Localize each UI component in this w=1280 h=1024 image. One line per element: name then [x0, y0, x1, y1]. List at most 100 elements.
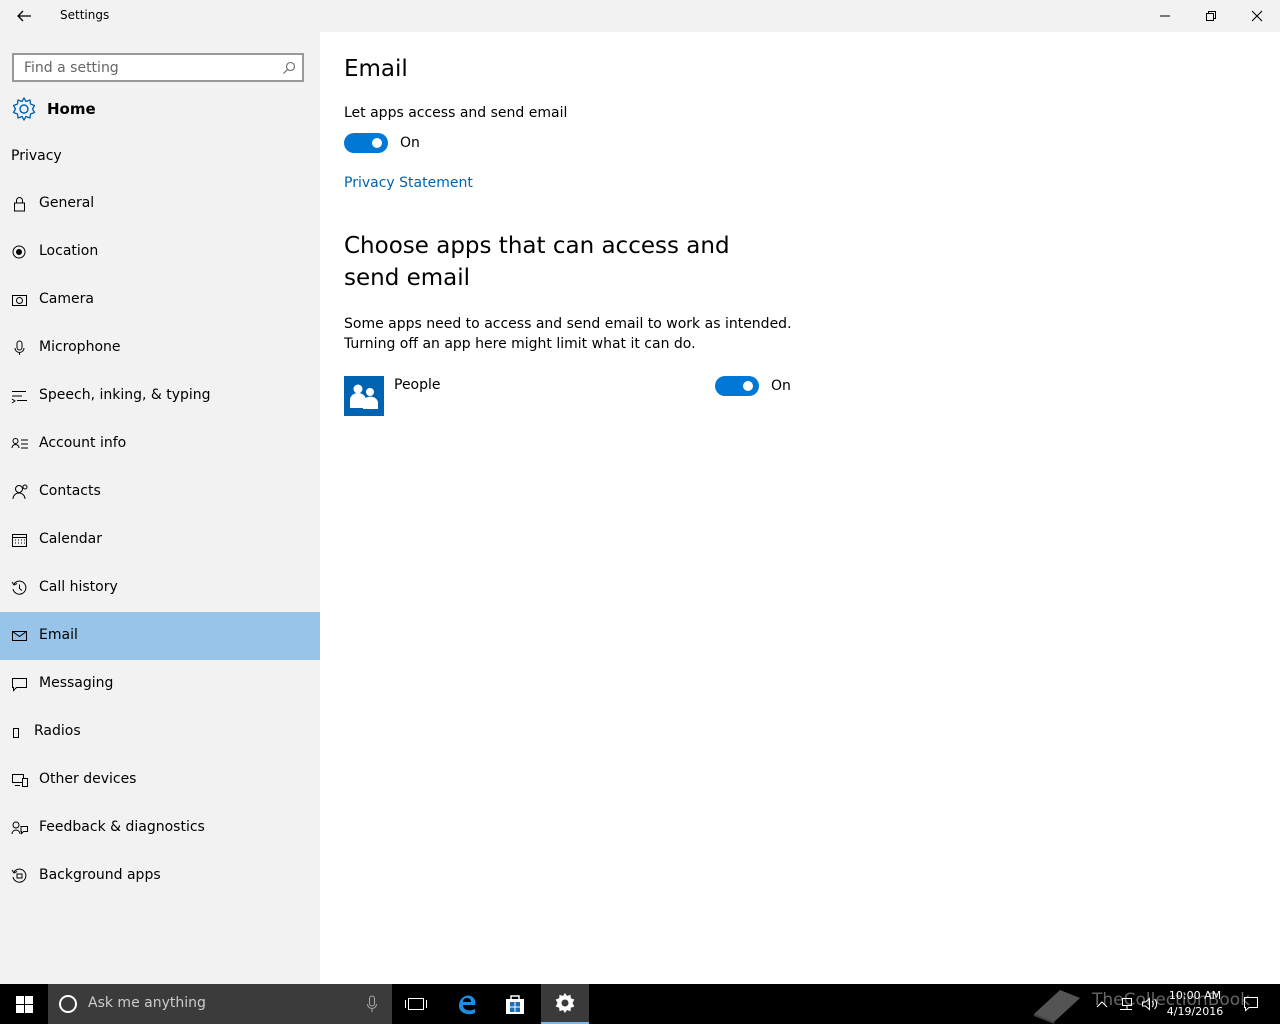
- sidebar: Find a setting Home Privacy General Loca…: [0, 32, 320, 984]
- title-bar: Settings: [0, 0, 1280, 32]
- gear-icon: [12, 97, 36, 121]
- search-icon[interactable]: [282, 61, 296, 75]
- home-label: Home: [47, 100, 96, 118]
- sidebar-item-location[interactable]: Location: [0, 228, 320, 276]
- microphone-icon[interactable]: [366, 995, 378, 1013]
- main-content: Email Let apps access and send email On …: [320, 32, 1280, 984]
- clock-date: 4/19/2016: [1166, 1005, 1224, 1018]
- sidebar-item-call-history[interactable]: Call history: [0, 564, 320, 612]
- sidebar-item-label: Call history: [39, 579, 118, 595]
- sidebar-item-label: General: [39, 195, 95, 211]
- apps-description-line2: Turning off an app here might limit what…: [344, 336, 696, 352]
- back-arrow-icon: [17, 10, 31, 22]
- apps-heading: Choose apps that can access and send ema…: [344, 233, 730, 291]
- people-toggle[interactable]: [715, 376, 759, 396]
- calendar-icon: [12, 534, 27, 547]
- section-label-privacy: Privacy: [11, 148, 62, 164]
- people-toggle-state: On: [771, 378, 791, 394]
- sidebar-item-label: Messaging: [39, 675, 114, 691]
- access-label: Let apps access and send email: [344, 105, 568, 121]
- apps-description-line1: Some apps need to access and send email …: [344, 316, 792, 332]
- contacts-icon: [12, 484, 28, 500]
- toggle-knob: [743, 381, 753, 391]
- cortana-search-box[interactable]: Ask me anything: [48, 984, 392, 1024]
- page-title: Email: [344, 56, 408, 82]
- cortana-placeholder: Ask me anything: [88, 995, 206, 1011]
- edge-button[interactable]: [443, 984, 491, 1024]
- microphone-icon: [14, 340, 25, 355]
- close-button[interactable]: [1234, 0, 1280, 32]
- sidebar-item-radios[interactable]: Radios: [0, 708, 320, 756]
- volume-button[interactable]: [1140, 984, 1160, 1024]
- sidebar-item-label: Speech, inking, & typing: [39, 387, 211, 403]
- action-center-icon: [1244, 997, 1258, 1012]
- edge-icon: [459, 995, 476, 1015]
- settings-taskbar-button[interactable]: [541, 984, 589, 1024]
- location-icon: [12, 245, 26, 259]
- sidebar-item-microphone[interactable]: Microphone: [0, 324, 320, 372]
- sidebar-item-calendar[interactable]: Calendar: [0, 516, 320, 564]
- apps-description: Some apps need to access and send email …: [344, 314, 804, 354]
- sidebar-item-label: Location: [39, 243, 99, 259]
- close-icon: [1251, 10, 1263, 22]
- privacy-statement-link[interactable]: Privacy Statement: [344, 175, 473, 191]
- sidebar-item-label: Email: [39, 627, 78, 643]
- show-hidden-icons-button[interactable]: [1094, 984, 1110, 1024]
- clock-time: 10:00 AM: [1168, 989, 1222, 1002]
- restore-button[interactable]: [1188, 0, 1234, 32]
- sidebar-item-label: Contacts: [39, 483, 101, 499]
- messaging-icon: [12, 678, 27, 692]
- sidebar-item-contacts[interactable]: Contacts: [0, 468, 320, 516]
- find-setting-input[interactable]: Find a setting: [12, 53, 304, 82]
- sidebar-item-label: Feedback & diagnostics: [39, 819, 205, 835]
- gear-icon: [555, 993, 575, 1013]
- email-access-toggle[interactable]: [344, 133, 388, 153]
- email-access-toggle-state: On: [400, 135, 420, 151]
- sidebar-item-messaging[interactable]: Messaging: [0, 660, 320, 708]
- sidebar-item-label: Account info: [39, 435, 127, 451]
- sidebar-item-label: Other devices: [39, 771, 137, 787]
- sidebar-item-general[interactable]: General: [0, 180, 320, 228]
- minimize-icon: [1160, 15, 1170, 17]
- other-devices-icon: [12, 774, 28, 787]
- feedback-icon: [11, 821, 28, 835]
- task-view-icon: [405, 998, 427, 1010]
- sidebar-item-speech[interactable]: Speech, inking, & typing: [0, 372, 320, 420]
- taskbar-clock[interactable]: 10:00 AM 4/19/2016: [1160, 988, 1230, 1020]
- windows-logo-icon: [15, 995, 33, 1013]
- taskbar: Ask me anything TheCollectionBook 10:00 …: [0, 984, 1280, 1024]
- chevron-up-icon: [1096, 1001, 1108, 1008]
- book-icon: [1034, 990, 1080, 1024]
- people-app-tile: [344, 376, 384, 416]
- mail-icon: [12, 631, 27, 641]
- network-icon: [1120, 998, 1132, 1010]
- sidebar-item-background-apps[interactable]: Background apps: [0, 852, 320, 900]
- sidebar-item-camera[interactable]: Camera: [0, 276, 320, 324]
- restore-icon: [1206, 11, 1216, 21]
- sidebar-item-label: Background apps: [39, 867, 161, 883]
- sidebar-item-email[interactable]: Email: [0, 612, 320, 660]
- speech-icon: [11, 391, 27, 404]
- back-button[interactable]: [12, 6, 36, 26]
- account-info-icon: [11, 438, 28, 449]
- sidebar-item-label: Radios: [34, 723, 81, 739]
- app-name-people: People: [394, 377, 441, 393]
- sidebar-item-other-devices[interactable]: Other devices: [0, 756, 320, 804]
- network-button[interactable]: [1116, 984, 1136, 1024]
- task-view-button[interactable]: [392, 984, 440, 1024]
- start-button[interactable]: [0, 984, 48, 1024]
- sidebar-item-feedback[interactable]: Feedback & diagnostics: [0, 804, 320, 852]
- window-title: Settings: [60, 8, 110, 22]
- radios-icon: [13, 728, 19, 738]
- minimize-button[interactable]: [1142, 0, 1188, 32]
- volume-icon: [1142, 997, 1158, 1011]
- background-apps-icon: [11, 868, 27, 883]
- people-icon: [350, 384, 378, 409]
- privacy-nav: General Location Camera Microphone Speec…: [0, 180, 320, 900]
- store-button[interactable]: [491, 984, 539, 1024]
- store-icon: [506, 995, 524, 1014]
- action-center-button[interactable]: [1238, 984, 1264, 1024]
- sidebar-item-account-info[interactable]: Account info: [0, 420, 320, 468]
- cortana-icon: [59, 995, 77, 1013]
- lock-icon: [14, 197, 25, 212]
